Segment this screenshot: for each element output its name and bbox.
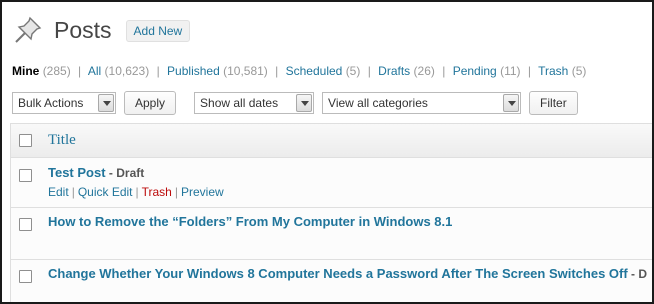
bulk-actions-value: Bulk Actions	[18, 96, 84, 110]
categories-select[interactable]: View all categories	[322, 92, 522, 114]
apply-button[interactable]: Apply	[124, 91, 177, 115]
filter-published-count: (10,581)	[223, 64, 268, 78]
post-state: - D	[627, 267, 648, 281]
filter-published-link[interactable]: Published	[167, 64, 220, 78]
post-title-text[interactable]: Change Whether Your Windows 8 Computer N…	[48, 266, 628, 281]
table-row: How to Remove the “Folders” From My Comp…	[11, 208, 652, 260]
filter-mine-count: (285)	[42, 64, 71, 78]
row-checkbox[interactable]	[19, 218, 32, 231]
post-title-link[interactable]: How to Remove the “Folders” From My Comp…	[48, 214, 452, 229]
pushpin-icon	[15, 16, 42, 43]
filter-scheduled-count: (5)	[345, 64, 361, 78]
filter-button[interactable]: Filter	[529, 91, 578, 115]
filter-mine-link[interactable]: Mine	[12, 64, 39, 78]
trash-link[interactable]: Trash	[142, 185, 172, 199]
table-row: Change Whether Your Windows 8 Computer N…	[11, 260, 652, 302]
separator: |	[442, 64, 446, 78]
chevron-down-icon	[296, 94, 313, 112]
dates-value: Show all dates	[200, 96, 279, 110]
post-title-link[interactable]: Test Post - Draft	[48, 165, 144, 180]
separator: |	[275, 64, 279, 78]
table-row: Test Post - Draft Edit | Quick Edit | Trash |…	[11, 158, 652, 208]
row-actions: Edit | Quick Edit | Trash | Preview	[48, 185, 224, 199]
filter-pending-count: (11)	[500, 64, 521, 78]
post-state-label: Draft	[116, 166, 145, 180]
add-new-button[interactable]: Add New	[125, 20, 191, 42]
filter-pending-link[interactable]: Pending	[453, 64, 497, 78]
quick-edit-link[interactable]: Quick Edit	[78, 185, 133, 199]
post-state-prefix: -	[105, 166, 117, 180]
posts-table: Title Test Post - Draft Edit | Quick Edit |…	[10, 123, 652, 302]
filter-trash-link[interactable]: Trash	[538, 64, 568, 78]
filter-all-link[interactable]: All	[88, 64, 101, 78]
filter-drafts-link[interactable]: Drafts	[378, 64, 410, 78]
status-filter-links: Mine (285) | All (10,623) | Published (1…	[12, 64, 586, 78]
page-title: Posts	[54, 17, 112, 43]
filter-drafts-count: (26)	[413, 64, 435, 78]
select-all-checkbox[interactable]	[19, 134, 32, 147]
separator: |	[78, 64, 82, 78]
categories-value: View all categories	[328, 96, 428, 110]
filter-all-count: (10,623)	[104, 64, 150, 78]
post-title-text[interactable]: Test Post	[48, 165, 106, 180]
bulk-actions-select[interactable]: Bulk Actions	[12, 92, 116, 114]
post-title-link[interactable]: Change Whether Your Windows 8 Computer N…	[48, 266, 647, 281]
tablenav-top: Bulk Actions Apply Show all dates View a…	[12, 91, 596, 115]
column-header-title[interactable]: Title	[48, 132, 76, 149]
post-state: - Draft	[105, 166, 145, 180]
dates-select[interactable]: Show all dates	[194, 92, 315, 114]
page-header: Posts Add New	[12, 14, 191, 46]
filter-scheduled-link[interactable]: Scheduled	[286, 64, 343, 78]
filter-trash-count: (5)	[571, 64, 587, 78]
separator: |	[156, 64, 160, 78]
separator: |	[527, 64, 531, 78]
separator: |	[135, 185, 139, 199]
row-checkbox[interactable]	[19, 169, 32, 182]
table-header: Title	[11, 124, 652, 158]
row-checkbox[interactable]	[19, 270, 32, 283]
separator: |	[71, 185, 75, 199]
edit-link[interactable]: Edit	[48, 185, 69, 199]
separator: |	[367, 64, 371, 78]
chevron-down-icon	[503, 94, 520, 112]
preview-link[interactable]: Preview	[181, 185, 224, 199]
separator: |	[174, 185, 178, 199]
chevron-down-icon	[98, 94, 114, 112]
wp-posts-screen: Posts Add New Mine (285) | All (10,623) …	[0, 0, 654, 304]
